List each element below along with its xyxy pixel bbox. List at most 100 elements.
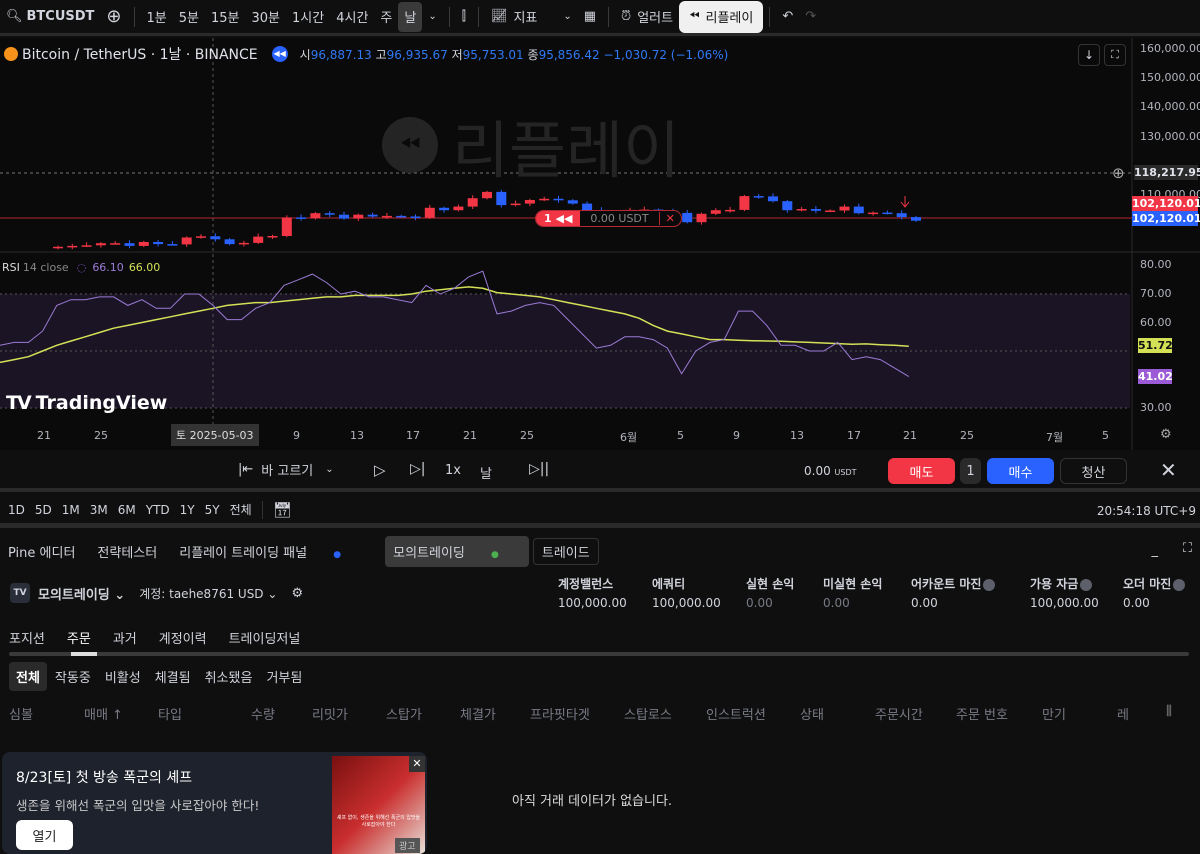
range-1d[interactable]: 1D (8, 503, 25, 517)
close-replay-icon[interactable]: ✕ (1160, 458, 1177, 482)
candle (110, 243, 121, 245)
tab-replay-trading-panel[interactable]: 리플레이 트레이딩 패널 ● (179, 542, 363, 561)
tab-history[interactable]: 과거 (113, 628, 137, 647)
column-settings-icon[interactable]: ⫼ (1166, 704, 1172, 719)
interval-week[interactable]: 주 (374, 2, 398, 32)
interval-1m[interactable]: 1분 (141, 2, 173, 32)
filter-inactive[interactable]: 비활성 (105, 667, 141, 686)
range-3m[interactable]: 3M (90, 503, 108, 517)
clock[interactable]: 20:54:18 UTC+9 (1097, 504, 1196, 518)
select-bar-button[interactable]: |⇤ 바 고르기 ⌄ (238, 460, 334, 479)
replay-button[interactable]: ⏪︎ 리플레이 (679, 0, 764, 33)
scroll-down-button[interactable]: ↓ (1078, 44, 1100, 66)
range-5y[interactable]: 5Y (205, 503, 220, 517)
column-header[interactable]: 스탑로스 (624, 704, 672, 723)
column-header[interactable]: 인스트럭션 (706, 704, 766, 723)
column-header[interactable]: 타입 (158, 704, 182, 723)
info-icon[interactable] (983, 578, 996, 591)
calendar-icon[interactable]: 📅︎ (261, 500, 292, 519)
layout-icon[interactable]: ▦ (578, 2, 602, 32)
column-header[interactable]: 매매 ↑ (84, 704, 123, 723)
column-header[interactable]: 주문 번호 (956, 704, 1008, 723)
tab-trading-journal[interactable]: 트레이딩저널 (229, 628, 301, 647)
chevron-down-icon[interactable]: ⌄ (422, 2, 442, 32)
range-6m[interactable]: 6M (118, 503, 136, 517)
add-price-alert-icon[interactable]: ⊕ (1112, 164, 1125, 182)
column-header[interactable]: 심볼 (9, 704, 33, 723)
column-header[interactable]: 수량 (251, 704, 275, 723)
column-header[interactable]: 체결가 (460, 704, 496, 723)
column-header[interactable]: 레 (1117, 704, 1129, 723)
status-dot: ● (333, 549, 342, 560)
minimize-icon[interactable]: _ (1152, 543, 1159, 558)
play-icon[interactable]: ▷ (374, 461, 386, 479)
account-select[interactable]: 계정: taehe8761 USD ⌄ (139, 585, 277, 602)
tab-account-history[interactable]: 계정이력 (159, 628, 207, 647)
speed-button[interactable]: 1x (445, 463, 461, 478)
symbol-search[interactable]: 🔍︎ BTCUSDT (0, 2, 100, 32)
ad-close-icon[interactable]: ✕ (409, 756, 425, 772)
tv-broker-icon: TV (10, 583, 30, 603)
tab-paper-trading[interactable]: 모의트레이딩 ● (385, 535, 529, 567)
settings-icon[interactable]: ⚙ (291, 586, 303, 601)
filter-rejected[interactable]: 거부됨 (266, 667, 302, 686)
horizontal-scrollbar[interactable] (9, 652, 1189, 656)
range-5d[interactable]: 5D (35, 503, 52, 517)
filter-filled[interactable]: 체결됨 (155, 667, 191, 686)
chart-area[interactable]: ⏪︎ 리플레이 Bitcoin / TetherUS · 1날 · BINANC… (0, 38, 1200, 450)
interval-button[interactable]: 날 (480, 463, 492, 482)
settings-icon[interactable]: ⚙ (1160, 427, 1172, 442)
tab-orders[interactable]: 주문 (67, 628, 91, 647)
time-tick: 5 (1102, 429, 1109, 442)
alert-button[interactable]: ⏰︎ 얼러트 (615, 2, 679, 32)
order-tag[interactable]: 1 ◀◀ 0.00 USDT ✕ (535, 210, 682, 227)
column-header[interactable]: 상태 (800, 704, 824, 723)
replay-mode-icon[interactable]: ◀◀ (271, 46, 288, 62)
interval-day[interactable]: 날 (398, 1, 423, 32)
buy-button[interactable]: 매수 (987, 458, 1054, 484)
jump-to-realtime-icon[interactable]: ▷|| (529, 461, 549, 477)
interval-15m[interactable]: 15분 (205, 2, 246, 32)
info-icon[interactable] (1173, 578, 1186, 591)
tab-positions[interactable]: 포지션 (9, 628, 45, 647)
step-forward-icon[interactable]: ▷| (410, 461, 425, 477)
range-1m[interactable]: 1M (62, 503, 80, 517)
redo-icon[interactable]: ↷ (799, 2, 822, 32)
interval-1h[interactable]: 1시간 (286, 2, 330, 32)
tab-strategy-tester[interactable]: 전략테스터 (97, 542, 157, 561)
close-position-button[interactable]: 청산 (1060, 458, 1127, 484)
interval-4h[interactable]: 4시간 (330, 2, 374, 32)
filter-working[interactable]: 작동중 (55, 667, 91, 686)
column-header[interactable]: 주문시간 (875, 704, 923, 723)
range-ytd[interactable]: YTD (146, 503, 170, 517)
candle-type-icon[interactable]: ⫿ (456, 2, 472, 32)
range-all[interactable]: 전체 (230, 501, 252, 518)
column-header[interactable]: 리밋가 (312, 704, 348, 723)
column-header[interactable]: 프라핏타겟 (530, 704, 590, 723)
undo-icon[interactable]: ↶ (776, 2, 799, 32)
interval-5m[interactable]: 5분 (173, 2, 205, 32)
filter-all[interactable]: 전체 (9, 662, 47, 691)
scrollbar-thumb[interactable] (71, 652, 97, 656)
interval-30m[interactable]: 30분 (246, 2, 287, 32)
fullscreen-button[interactable]: ⛶ (1104, 44, 1126, 66)
quantity-field[interactable]: 1 (960, 458, 981, 484)
indicators-button[interactable]: 📈︎ 지표 (485, 2, 543, 32)
chevron-down-icon[interactable]: ⌄ (557, 2, 577, 32)
close-icon[interactable]: ✕ (658, 212, 681, 225)
filter-cancelled[interactable]: 취소됐음 (205, 667, 253, 686)
ad-banner[interactable]: 8/23[토] 첫 방송 폭군의 셰프 생존을 위해선 폭군의 입맛을 사로잡아… (2, 752, 427, 854)
maximize-icon[interactable]: ⛶ (1183, 541, 1192, 556)
sell-button[interactable]: 매도 (888, 458, 955, 484)
column-header[interactable]: 스탑가 (386, 704, 422, 723)
broker-select[interactable]: 모의트레이딩 ⌄ (38, 584, 125, 603)
chevron-down-icon: ⌄ (325, 464, 334, 475)
column-header[interactable]: 만기 (1042, 704, 1066, 723)
ad-open-button[interactable]: 열기 (16, 820, 73, 850)
tab-pine-editor[interactable]: Pine 에디터 (8, 542, 75, 561)
info-icon[interactable] (1080, 578, 1093, 591)
candle (410, 216, 421, 218)
tab-trade[interactable]: 트레이드 (532, 537, 599, 565)
range-1y[interactable]: 1Y (180, 503, 195, 517)
add-symbol-button[interactable]: ⊕ (100, 2, 127, 32)
